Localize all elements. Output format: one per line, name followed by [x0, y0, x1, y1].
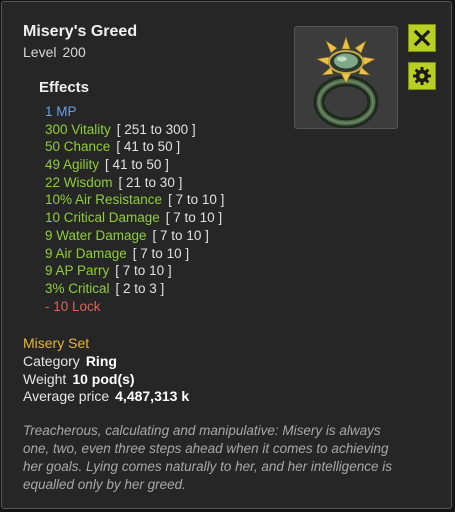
effect-range: [ 2 to 3 ]	[115, 280, 165, 296]
average-price-label: Average price	[23, 388, 110, 404]
weight-value: 10 pod(s)	[72, 371, 135, 387]
effects-list: 1 MP 300 Vitality [ 251 to 300 ] 50 Chance […	[45, 103, 224, 315]
effect-row: 3% Critical [ 2 to 3 ]	[45, 280, 224, 298]
category-row: Category Ring	[23, 353, 117, 369]
close-icon	[413, 29, 431, 47]
effect-text: 10% Air Resistance	[45, 192, 163, 208]
effect-range: [ 7 to 10 ]	[152, 227, 209, 243]
effect-text: - 10 Lock	[45, 298, 101, 314]
effect-row: 22 Wisdom [ 21 to 30 ]	[45, 174, 224, 192]
spiked-ring-icon	[313, 36, 379, 129]
effect-text: 10 Critical Damage	[45, 210, 160, 226]
effect-range: [ 7 to 10 ]	[115, 263, 172, 279]
effect-range: [ 7 to 10 ]	[165, 210, 223, 226]
effect-text: 9 AP Parry	[45, 263, 110, 279]
item-name: Misery's Greed	[23, 23, 138, 40]
effect-range: [ 7 to 10 ]	[168, 192, 225, 208]
item-tooltip-panel: Misery's Greed Level 200 Effects 1 MP 30…	[1, 1, 452, 509]
effect-text: 49 Agility	[45, 157, 100, 173]
settings-button[interactable]	[408, 62, 436, 90]
effect-text: 1 MP	[45, 104, 77, 119]
effect-row: 1 MP	[45, 103, 224, 121]
item-level: Level 200	[23, 44, 86, 60]
effect-range: [ 21 to 30 ]	[118, 174, 183, 190]
effect-row: - 10 Lock	[45, 298, 224, 316]
effect-range: [ 41 to 50 ]	[116, 139, 181, 155]
category-label: Category	[23, 353, 80, 369]
effect-text: 9 Water Damage	[45, 227, 147, 243]
average-price-row: Average price 4,487,313 k	[23, 388, 189, 404]
effects-heading: Effects	[39, 79, 90, 96]
effect-text: 50 Chance	[45, 139, 111, 155]
effect-row: 9 AP Parry [ 7 to 10 ]	[45, 262, 224, 280]
weight-row: Weight 10 pod(s)	[23, 371, 135, 387]
effect-text: 9 Air Damage	[45, 245, 127, 261]
effect-row: 300 Vitality [ 251 to 300 ]	[45, 121, 224, 139]
effect-text: 300 Vitality	[45, 121, 111, 137]
effect-range: [ 251 to 300 ]	[116, 121, 196, 137]
effect-range: [ 7 to 10 ]	[132, 245, 190, 261]
item-thumbnail	[294, 26, 398, 129]
effect-row: 10% Air Resistance [ 7 to 10 ]	[45, 191, 224, 209]
weight-label: Weight	[23, 371, 67, 387]
set-name[interactable]: Misery Set	[23, 335, 89, 351]
effect-text: 22 Wisdom	[45, 174, 113, 190]
close-button[interactable]	[408, 24, 436, 52]
level-label: Level	[23, 44, 57, 60]
average-price-value: 4,487,313 k	[115, 388, 190, 404]
effect-row: 50 Chance [ 41 to 50 ]	[45, 138, 224, 156]
level-value: 200	[62, 44, 86, 60]
item-description: Treacherous, calculating and manipulativ…	[23, 423, 392, 492]
effect-row: 9 Water Damage [ 7 to 10 ]	[45, 227, 224, 245]
effect-range: [ 41 to 50 ]	[105, 157, 169, 173]
effect-row: 9 Air Damage [ 7 to 10 ]	[45, 245, 224, 263]
category-value: Ring	[85, 353, 117, 369]
effect-row: 49 Agility [ 41 to 50 ]	[45, 156, 224, 174]
effect-text: 3% Critical	[45, 280, 110, 296]
gear-icon	[413, 67, 431, 85]
effect-row: 10 Critical Damage [ 7 to 10 ]	[45, 209, 224, 227]
